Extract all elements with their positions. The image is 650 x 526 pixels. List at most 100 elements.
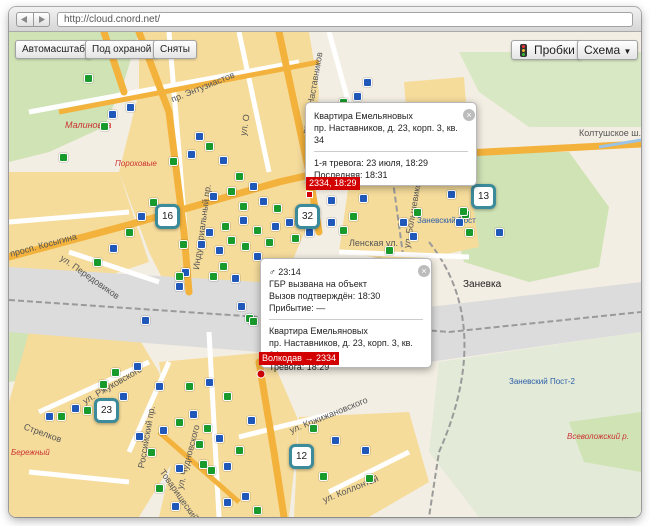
disarmed-object-marker[interactable] [363,78,372,87]
guarded-object-marker[interactable] [207,466,216,475]
disarmed-object-marker[interactable] [259,197,268,206]
disarmed-object-marker[interactable] [71,404,80,413]
guarded-object-marker[interactable] [195,440,204,449]
guarded-object-marker[interactable] [239,202,248,211]
guarded-object-marker[interactable] [235,446,244,455]
disarmed-object-marker[interactable] [353,92,362,101]
guarded-object-marker[interactable] [125,228,134,237]
disarmed-object-marker[interactable] [195,132,204,141]
guarded-object-marker[interactable] [155,484,164,493]
removed-filter-button[interactable]: Сняты [153,40,197,59]
traffic-button[interactable]: Пробки [511,40,582,60]
disarmed-object-marker[interactable] [189,410,198,419]
disarmed-object-marker[interactable] [159,426,168,435]
close-icon[interactable]: × [418,265,430,277]
guarded-filter-button[interactable]: Под охраной [85,40,159,59]
disarmed-object-marker[interactable] [119,392,128,401]
disarmed-object-marker[interactable] [409,232,418,241]
disarmed-object-marker[interactable] [447,190,456,199]
guarded-object-marker[interactable] [365,474,374,483]
guarded-object-marker[interactable] [147,448,156,457]
guarded-object-marker[interactable] [59,153,68,162]
disarmed-object-marker[interactable] [237,302,246,311]
guarded-object-marker[interactable] [185,382,194,391]
disarmed-object-marker[interactable] [197,240,206,249]
cluster-marker[interactable]: 16 [155,204,180,229]
patrol-tag[interactable]: Волкодав → 2334 [259,352,339,365]
disarmed-object-marker[interactable] [327,218,336,227]
disarmed-object-marker[interactable] [271,222,280,231]
guarded-object-marker[interactable] [179,240,188,249]
guarded-object-marker[interactable] [169,157,178,166]
disarmed-object-marker[interactable] [239,216,248,225]
guarded-object-marker[interactable] [319,472,328,481]
disarmed-object-marker[interactable] [155,382,164,391]
map-view[interactable]: пр. Энтузиастов просп. Наставников ул. О… [9,32,641,517]
guarded-object-marker[interactable] [309,424,318,433]
guarded-object-marker[interactable] [235,172,244,181]
disarmed-object-marker[interactable] [108,110,117,119]
disarmed-object-marker[interactable] [171,502,180,511]
guarded-object-marker[interactable] [459,207,468,216]
guarded-object-marker[interactable] [241,242,250,251]
disarmed-object-marker[interactable] [219,156,228,165]
map-type-dropdown[interactable]: Схема ▼ [577,40,639,60]
disarmed-object-marker[interactable] [223,498,232,507]
disarmed-object-marker[interactable] [455,218,464,227]
disarmed-object-marker[interactable] [126,103,135,112]
disarmed-object-marker[interactable] [285,218,294,227]
disarmed-object-marker[interactable] [137,212,146,221]
guarded-object-marker[interactable] [175,272,184,281]
autoscale-button[interactable]: Автомасштаб [15,40,93,59]
disarmed-object-marker[interactable] [305,228,314,237]
cluster-marker[interactable]: 13 [471,184,496,209]
disarmed-object-marker[interactable] [45,412,54,421]
guarded-object-marker[interactable] [413,208,422,217]
guarded-object-marker[interactable] [203,424,212,433]
disarmed-object-marker[interactable] [109,244,118,253]
guarded-object-marker[interactable] [100,122,109,131]
alarm-tag[interactable]: 2334, 18:29 [306,177,360,190]
guarded-object-marker[interactable] [465,228,474,237]
guarded-object-marker[interactable] [111,368,120,377]
guarded-object-marker[interactable] [219,262,228,271]
guarded-object-marker[interactable] [253,506,262,515]
guarded-object-marker[interactable] [223,392,232,401]
disarmed-object-marker[interactable] [133,362,142,371]
guarded-object-marker[interactable] [291,234,300,243]
guarded-object-marker[interactable] [339,226,348,235]
disarmed-object-marker[interactable] [175,282,184,291]
disarmed-object-marker[interactable] [215,246,224,255]
guarded-object-marker[interactable] [249,317,258,326]
back-arrow-icon[interactable] [17,13,33,26]
disarmed-object-marker[interactable] [209,192,218,201]
guarded-object-marker[interactable] [227,236,236,245]
disarmed-object-marker[interactable] [359,194,368,203]
disarmed-object-marker[interactable] [327,196,336,205]
disarmed-object-marker[interactable] [331,436,340,445]
disarmed-object-marker[interactable] [175,464,184,473]
disarmed-object-marker[interactable] [223,462,232,471]
disarmed-object-marker[interactable] [187,150,196,159]
guarded-object-marker[interactable] [57,412,66,421]
alarm-marker[interactable] [306,191,313,198]
disarmed-object-marker[interactable] [141,316,150,325]
guarded-object-marker[interactable] [84,74,93,83]
disarmed-object-marker[interactable] [495,228,504,237]
disarmed-object-marker[interactable] [205,228,214,237]
forward-arrow-icon[interactable] [32,13,49,26]
disarmed-object-marker[interactable] [241,492,250,501]
close-icon[interactable]: × [463,109,475,121]
guarded-object-marker[interactable] [253,226,262,235]
disarmed-object-marker[interactable] [135,432,144,441]
disarmed-object-marker[interactable] [249,182,258,191]
guarded-object-marker[interactable] [273,204,282,213]
guarded-object-marker[interactable] [93,258,102,267]
guarded-object-marker[interactable] [221,222,230,231]
guarded-object-marker[interactable] [175,418,184,427]
guarded-object-marker[interactable] [227,187,236,196]
guarded-object-marker[interactable] [99,380,108,389]
disarmed-object-marker[interactable] [215,434,224,443]
cluster-marker[interactable]: 12 [289,444,314,469]
disarmed-object-marker[interactable] [205,378,214,387]
